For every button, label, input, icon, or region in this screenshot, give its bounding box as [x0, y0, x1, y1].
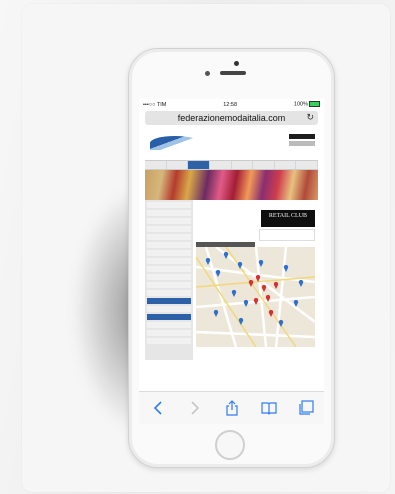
- nav-item[interactable]: [210, 161, 232, 169]
- sidebar-item[interactable]: [147, 306, 191, 312]
- battery-icon: [308, 101, 320, 108]
- site-nav: [145, 160, 318, 170]
- reload-icon[interactable]: ↻: [306, 112, 314, 123]
- home-button[interactable]: [215, 430, 245, 460]
- federmoda-logo: [259, 229, 315, 241]
- sidebar-item[interactable]: [147, 274, 191, 280]
- battery-percent: 100%: [293, 101, 308, 108]
- sidebar-item[interactable]: [147, 210, 191, 216]
- share-icon[interactable]: [223, 399, 241, 417]
- phone-screen: •••○○ TIM 12:58 100% federazionemodaital…: [139, 99, 324, 424]
- nav-item[interactable]: [232, 161, 254, 169]
- map-streets: [196, 247, 315, 347]
- nav-item[interactable]: [188, 161, 210, 169]
- sidebar-item[interactable]: [147, 250, 191, 256]
- tabs-icon[interactable]: [297, 399, 315, 417]
- bookmarks-icon[interactable]: [260, 399, 278, 417]
- map-pin-icon[interactable]: [215, 269, 221, 277]
- sidebar-item[interactable]: [147, 202, 191, 208]
- map-pin-icon[interactable]: [205, 257, 211, 265]
- back-icon[interactable]: [149, 399, 167, 417]
- sidebar-item[interactable]: [147, 226, 191, 232]
- map-pin-icon[interactable]: [253, 297, 259, 305]
- store-map[interactable]: [196, 247, 315, 347]
- map-pin-icon[interactable]: [298, 279, 304, 287]
- site-footer-links: [145, 334, 318, 342]
- nav-item[interactable]: [253, 161, 275, 169]
- site-search-input[interactable]: [289, 134, 315, 139]
- fabric-banner-image: [145, 170, 318, 200]
- map-pin-icon[interactable]: [268, 309, 274, 317]
- map-pin-icon[interactable]: [261, 284, 267, 292]
- sidebar-item[interactable]: [147, 290, 191, 296]
- retail-club-logo: RETAIL CLUB: [261, 210, 315, 227]
- map-pin-icon[interactable]: [231, 289, 237, 297]
- nav-item[interactable]: [145, 161, 167, 169]
- map-pin-icon[interactable]: [243, 299, 249, 307]
- nav-item[interactable]: [275, 161, 297, 169]
- map-graphic: [196, 247, 315, 347]
- site-search: [289, 134, 315, 158]
- map-pin-icon[interactable]: [223, 251, 229, 259]
- status-bar: •••○○ TIM 12:58 100%: [139, 99, 324, 110]
- sidebar-item[interactable]: [147, 282, 191, 288]
- clock-label: 12:58: [223, 101, 237, 108]
- iphone-device: •••○○ TIM 12:58 100% federazionemodaital…: [128, 48, 335, 468]
- map-pin-icon[interactable]: [273, 281, 279, 289]
- retail-club-title: RETAIL CLUB: [268, 213, 308, 219]
- logo-swoosh-icon: [150, 136, 200, 150]
- map-pin-icon[interactable]: [258, 259, 264, 267]
- carrier-label: •••○○ TIM: [143, 101, 167, 108]
- url-text: federazionemodaitalia.com: [177, 113, 286, 123]
- map-pin-icon[interactable]: [278, 319, 284, 327]
- sidebar-item[interactable]: [147, 234, 191, 240]
- sidebar-item[interactable]: [147, 298, 191, 304]
- sidebar-item[interactable]: [147, 258, 191, 264]
- proximity-sensor: [205, 71, 210, 76]
- site-search-button[interactable]: [289, 141, 315, 146]
- sidebar-item[interactable]: [147, 242, 191, 248]
- sidebar-item[interactable]: [147, 314, 191, 320]
- sidebar-item[interactable]: [147, 266, 191, 272]
- front-camera: [234, 61, 239, 66]
- safari-toolbar: [139, 391, 324, 424]
- forward-icon[interactable]: [186, 399, 204, 417]
- nav-item[interactable]: [167, 161, 189, 169]
- earpiece-speaker: [220, 71, 246, 75]
- nav-item[interactable]: [296, 161, 318, 169]
- sidebar-item[interactable]: [147, 218, 191, 224]
- site-header: [145, 132, 318, 160]
- map-pin-icon[interactable]: [238, 317, 244, 325]
- address-bar[interactable]: federazionemodaitalia.com ↻: [145, 111, 318, 125]
- map-pin-icon[interactable]: [213, 309, 219, 317]
- website-content: RETAIL CLUB: [145, 132, 318, 390]
- sidebar-item[interactable]: [147, 322, 191, 328]
- site-logo[interactable]: [148, 134, 203, 156]
- battery-indicator: 100%: [293, 101, 320, 108]
